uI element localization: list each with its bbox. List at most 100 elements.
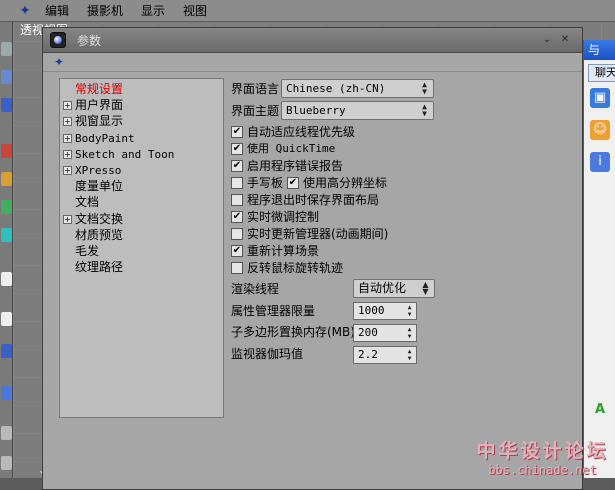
menu-edit[interactable]: 编辑	[36, 0, 78, 22]
left-toolbar	[0, 22, 13, 490]
chat-info-icon[interactable]: i	[590, 152, 610, 172]
gamma-field[interactable]: 2.2 ▲ ▼	[353, 346, 417, 364]
checkbox-row[interactable]: ✔ 实时微调控制	[231, 209, 319, 225]
tree-item[interactable]: + Sketch and Toon	[63, 146, 174, 163]
dropdown-arrows-icon: ▲ ▼	[422, 280, 429, 296]
preferences-dialog: 参数 ⌄ ✕ ✦ 常规设置 + 用户界面 + 视窗显示 + BodyPaint + Sketch…	[42, 27, 583, 490]
checkbox-checked[interactable]: ✔	[231, 126, 243, 138]
tool-move-icon[interactable]	[1, 42, 12, 56]
checkbox-row[interactable]: 程序退出时保存界面布局	[231, 192, 379, 208]
chat-font-icon[interactable]: A	[590, 400, 610, 420]
expand-icon[interactable]: +	[63, 117, 72, 127]
chat-tab[interactable]: 聊天	[588, 64, 615, 82]
expand-icon[interactable]: +	[63, 166, 72, 175]
tool-x-axis-icon[interactable]	[1, 144, 12, 158]
checkbox-unchecked[interactable]	[231, 177, 243, 189]
expand-icon[interactable]: +	[63, 149, 72, 159]
tool-point-icon[interactable]	[1, 456, 12, 470]
pin-icon[interactable]: ✦	[54, 55, 68, 69]
attr-limit-field[interactable]: 1000 ▲ ▼	[353, 302, 417, 320]
checkbox-checked[interactable]: ✔	[231, 211, 243, 223]
checkbox-checked[interactable]: ✔	[231, 160, 243, 172]
subdiv-mem-field[interactable]: 200 ▲ ▼	[353, 324, 417, 342]
checkbox-row[interactable]: ✔ 使用高分辨坐标	[287, 175, 387, 191]
tool-render-icon[interactable]	[1, 272, 12, 286]
menu-camera[interactable]: 摄影机	[78, 0, 132, 22]
gamma-value: 2.2	[358, 348, 378, 361]
spinner-arrows-icon[interactable]: ▲ ▼	[404, 326, 415, 340]
checkbox-label: 自动适应线程优先级	[247, 125, 356, 139]
checkbox-checked[interactable]: ✔	[231, 143, 243, 155]
tree-item[interactable]: + 视窗显示	[63, 113, 123, 130]
gamma-label: 监视器伽玛值	[231, 347, 304, 361]
watermark-url: bbs.chinade.net	[488, 463, 597, 477]
tool-y-axis-icon[interactable]	[1, 172, 12, 186]
render-threads-dropdown[interactable]: 自动优化 ▲ ▼	[353, 279, 435, 298]
tool-z-axis-icon[interactable]	[1, 200, 12, 214]
tool-render-view-icon[interactable]	[1, 312, 12, 326]
checkbox-label: 程序退出时保存界面布局	[247, 193, 380, 207]
checkbox-label: 实时微调控制	[247, 210, 320, 224]
tree-item[interactable]: 毛发	[75, 243, 99, 260]
close-icon[interactable]: ✕	[559, 34, 571, 46]
tree-item-label: 常规设置	[75, 82, 124, 96]
expand-icon[interactable]: +	[63, 133, 72, 143]
tree-item[interactable]: 常规设置	[75, 81, 123, 98]
tool-world-icon[interactable]	[1, 228, 12, 242]
tree-item[interactable]: + 文档交换	[63, 211, 123, 228]
chat-avatar-icon[interactable]: ☺	[590, 120, 610, 140]
checkbox-row[interactable]: ✔ 启用程序错误报告	[231, 158, 343, 174]
checkbox-label: 启用程序错误报告	[247, 159, 344, 173]
spinner-arrows-icon[interactable]: ▲ ▼	[404, 304, 415, 318]
checkbox-row[interactable]: 实时更新管理器(动画期间)	[231, 226, 388, 242]
checkbox-row[interactable]: ✔ 重新计算场景	[231, 243, 319, 259]
tree-item[interactable]: 纹理路径	[75, 259, 123, 276]
language-label: 界面语言	[231, 82, 280, 96]
checkbox-label: 重新计算场景	[247, 244, 320, 258]
checkbox-unchecked[interactable]	[231, 228, 243, 240]
checkbox-checked[interactable]: ✔	[231, 245, 243, 257]
tool-polygon-icon[interactable]	[1, 386, 12, 400]
theme-dropdown[interactable]: Blueberry ▲ ▼	[281, 101, 434, 120]
tree-item[interactable]: 度量单位	[75, 178, 123, 195]
tree-item[interactable]: + 用户界面	[63, 97, 123, 114]
tree-item[interactable]: + XPresso	[63, 162, 121, 179]
tree-item-label: BodyPaint	[75, 131, 135, 145]
checkbox-unchecked[interactable]	[231, 262, 243, 274]
theme-value: Blueberry	[286, 104, 346, 117]
subdiv-mem-label: 子多边形置换内存(MB)	[231, 325, 355, 339]
chat-contacts-icon[interactable]: ▣	[590, 88, 610, 108]
tool-edge-icon[interactable]	[1, 426, 12, 440]
tree-item-label: 文档	[75, 195, 100, 210]
menu-view[interactable]: 视图	[174, 0, 216, 22]
checkbox-unchecked[interactable]	[231, 194, 243, 206]
tree-item-label: 毛发	[75, 244, 100, 258]
checkbox-row[interactable]: ✔ 使用 QuickTime	[231, 141, 335, 157]
tree-item[interactable]: 文档	[75, 194, 99, 211]
language-dropdown[interactable]: Chinese (zh-CN) ▲ ▼	[281, 79, 434, 98]
attr-limit-value: 1000	[358, 304, 385, 317]
checkbox-label: 实时更新管理器(动画期间)	[247, 227, 389, 241]
dropdown-arrows-icon: ▲ ▼	[422, 80, 427, 96]
spinner-arrows-icon[interactable]: ▲ ▼	[404, 348, 415, 362]
checkbox-row[interactable]: ✔ 自动适应线程优先级	[231, 124, 355, 140]
collapse-icon[interactable]: ⌄	[541, 34, 553, 46]
checkbox-checked[interactable]: ✔	[287, 177, 299, 189]
checkbox-row[interactable]: 反转鼠标旋转轨迹	[231, 260, 343, 276]
expand-icon[interactable]: +	[63, 101, 72, 111]
dialog-titlebar[interactable]: 参数 ⌄ ✕	[43, 28, 582, 53]
tree-item[interactable]: 材质预览	[75, 227, 123, 244]
app-logo-icon[interactable]: ✦	[14, 1, 36, 21]
chat-window-titlebar[interactable]: 与	[584, 40, 615, 60]
tool-rotate-icon[interactable]	[1, 70, 12, 84]
menu-display[interactable]: 显示	[132, 0, 174, 22]
tool-object-icon[interactable]	[1, 344, 12, 358]
checkbox-row[interactable]: 手写板	[231, 175, 283, 191]
expand-icon[interactable]: +	[63, 214, 72, 224]
render-threads-value: 自动优化	[358, 281, 407, 295]
tool-scale-icon[interactable]	[1, 98, 12, 112]
dialog-subbar: ✦	[43, 54, 582, 72]
render-threads-label: 渲染线程	[231, 282, 280, 296]
tree-item[interactable]: + BodyPaint	[63, 130, 135, 147]
tree-item-label: 度量单位	[75, 179, 124, 194]
